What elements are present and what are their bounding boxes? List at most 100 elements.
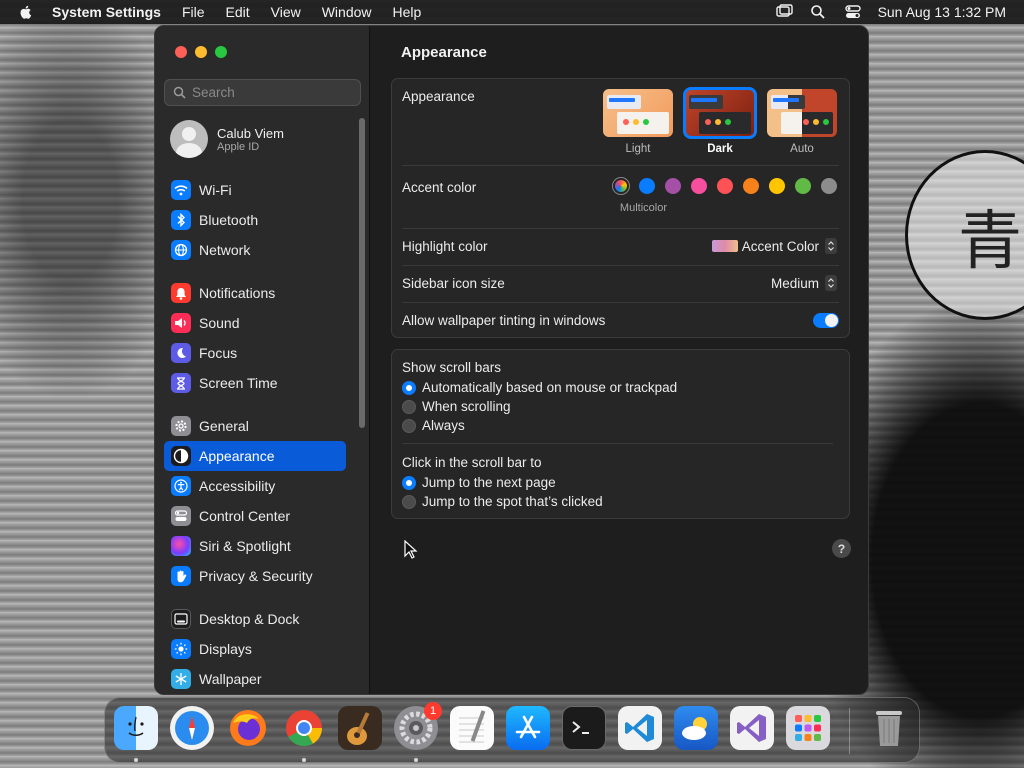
sidebar-item-displays[interactable]: Displays xyxy=(164,634,346,664)
accent-swatch-orange[interactable] xyxy=(743,178,759,194)
sidebar-item-label: General xyxy=(199,418,249,434)
minimize-button[interactable] xyxy=(195,46,207,58)
sidebar-item-label: Wallpaper xyxy=(199,671,262,687)
accent-swatch-purple[interactable] xyxy=(665,178,681,194)
sidebar-item-general[interactable]: General xyxy=(164,411,346,441)
appearance-option-auto[interactable]: Auto xyxy=(767,89,837,155)
app-store-icon[interactable] xyxy=(506,706,550,750)
sidebar-icon-size-popup[interactable]: Medium xyxy=(771,275,837,291)
menu-help[interactable]: Help xyxy=(393,4,422,20)
gear-icon xyxy=(171,416,191,436)
appearance-option-light[interactable]: Light xyxy=(603,89,673,155)
textedit-icon[interactable] xyxy=(450,706,494,750)
accent-swatch-blue[interactable] xyxy=(639,178,655,194)
radio-scroll-always[interactable]: Always xyxy=(402,418,465,433)
spotlight-search-icon[interactable] xyxy=(810,4,828,20)
garageband-icon[interactable] xyxy=(338,706,382,750)
sidebar-item-control-center[interactable]: Control Center xyxy=(164,501,346,531)
highlight-color-value: Accent Color xyxy=(741,238,819,254)
sidebar-item-bluetooth[interactable]: Bluetooth xyxy=(164,205,346,235)
radio-button xyxy=(402,399,416,414)
highlight-color-popup[interactable]: Accent Color xyxy=(711,238,837,254)
radio-button xyxy=(402,475,416,490)
radio-jump-to-spot[interactable]: Jump to the spot that’s clicked xyxy=(402,494,603,509)
control-center-menu-icon[interactable] xyxy=(844,4,862,20)
accent-swatch-yellow[interactable] xyxy=(769,178,785,194)
appearance-option-label: Auto xyxy=(790,143,814,155)
sidebar-item-focus[interactable]: Focus xyxy=(164,338,346,368)
bluetooth-icon xyxy=(171,210,191,230)
menu-clock[interactable]: Sun Aug 13 1:32 PM xyxy=(878,4,1006,20)
close-button[interactable] xyxy=(175,46,187,58)
sidebar-scrollbar[interactable] xyxy=(359,118,365,428)
sidebar-item-label: Accessibility xyxy=(199,478,276,494)
wallpaper-tinting-toggle[interactable] xyxy=(813,313,839,328)
vscode-icon[interactable] xyxy=(618,706,662,750)
dock-separator xyxy=(849,708,850,754)
apple-id-account[interactable]: Calub Viem Apple ID xyxy=(170,120,284,158)
radio-jump-next-page[interactable]: Jump to the next page xyxy=(402,475,556,490)
control-center-icon xyxy=(171,506,191,526)
sun-icon xyxy=(171,639,191,659)
sidebar-item-wifi[interactable]: Wi-Fi xyxy=(164,175,346,205)
sidebar-item-wallpaper[interactable]: Wallpaper xyxy=(164,664,346,694)
firefox-icon[interactable] xyxy=(226,706,270,750)
apple-logo-icon[interactable] xyxy=(18,4,34,20)
appearance-options: Light Dark Auto xyxy=(603,87,837,155)
radio-label: Always xyxy=(422,418,465,433)
highlight-color-swatch xyxy=(711,240,738,252)
accent-swatch-pink[interactable] xyxy=(691,178,707,194)
sidebar-item-label: Focus xyxy=(199,345,238,361)
accent-swatch-green[interactable] xyxy=(795,178,811,194)
sidebar-item-screen-time[interactable]: Screen Time xyxy=(164,368,346,398)
menu-window[interactable]: Window xyxy=(322,4,372,20)
sidebar-item-accessibility[interactable]: Accessibility xyxy=(164,471,346,501)
radio-button xyxy=(402,494,416,509)
terminal-icon[interactable] xyxy=(562,706,606,750)
safari-icon[interactable] xyxy=(170,706,214,750)
menu-bar: System Settings File Edit View Window He… xyxy=(0,0,1024,24)
window-controls xyxy=(175,46,227,58)
sidebar-item-label: Wi-Fi xyxy=(199,182,232,198)
menu-view[interactable]: View xyxy=(271,4,301,20)
help-button[interactable]: ? xyxy=(832,539,851,558)
auto-preview xyxy=(767,89,837,137)
hourglass-icon xyxy=(171,373,191,393)
appearance-row: Appearance Light Dark Auto xyxy=(402,79,839,166)
user-subtitle: Apple ID xyxy=(217,140,260,153)
sidebar-item-notifications[interactable]: Notifications xyxy=(164,278,346,308)
trash-icon[interactable] xyxy=(867,706,911,750)
visual-studio-icon[interactable] xyxy=(730,706,774,750)
weather-icon[interactable] xyxy=(674,706,718,750)
accent-swatch-red[interactable] xyxy=(717,178,733,194)
sidebar-item-desktop-dock[interactable]: Desktop & Dock xyxy=(164,604,346,634)
menu-app-name[interactable]: System Settings xyxy=(52,4,161,20)
radio-label: When scrolling xyxy=(422,399,511,414)
sidebar-item-label: Displays xyxy=(199,641,252,657)
search-field[interactable]: Search xyxy=(164,79,361,106)
menu-file[interactable]: File xyxy=(182,4,205,20)
system-settings-running-indicator xyxy=(414,758,418,762)
accent-swatch-multicolor[interactable] xyxy=(613,178,629,194)
sidebar-item-appearance[interactable]: Appearance xyxy=(164,441,346,471)
screen-mirroring-icon[interactable] xyxy=(775,4,794,20)
menu-edit[interactable]: Edit xyxy=(226,4,250,20)
sidebar-item-sound[interactable]: Sound xyxy=(164,308,346,338)
radio-scroll-when-scrolling[interactable]: When scrolling xyxy=(402,399,511,414)
chrome-icon[interactable] xyxy=(282,706,326,750)
sidebar-item-siri-spotlight[interactable]: Siri & Spotlight xyxy=(164,531,346,561)
finder-icon[interactable] xyxy=(114,706,158,750)
radio-scroll-automatic[interactable]: Automatically based on mouse or trackpad xyxy=(402,380,677,395)
sidebar-item-privacy-security[interactable]: Privacy & Security xyxy=(164,561,346,591)
zoom-button[interactable] xyxy=(215,46,227,58)
sidebar: Search Calub Viem Apple ID Wi-Fi Bluetoo… xyxy=(155,26,370,694)
sidebar-item-network[interactable]: Network xyxy=(164,235,346,265)
accent-swatch-graphite[interactable] xyxy=(821,178,837,194)
appearance-option-dark[interactable]: Dark xyxy=(683,87,757,155)
sidebar-group-notifications: Notifications Sound Focus Screen Time xyxy=(164,278,346,398)
moon-icon xyxy=(171,343,191,363)
radio-label: Automatically based on mouse or trackpad xyxy=(422,380,678,395)
launchpad-icon[interactable] xyxy=(786,706,830,750)
system-settings-window: Search Calub Viem Apple ID Wi-Fi Bluetoo… xyxy=(154,25,869,695)
sidebar-group-connectivity: Wi-Fi Bluetooth Network xyxy=(164,175,346,265)
